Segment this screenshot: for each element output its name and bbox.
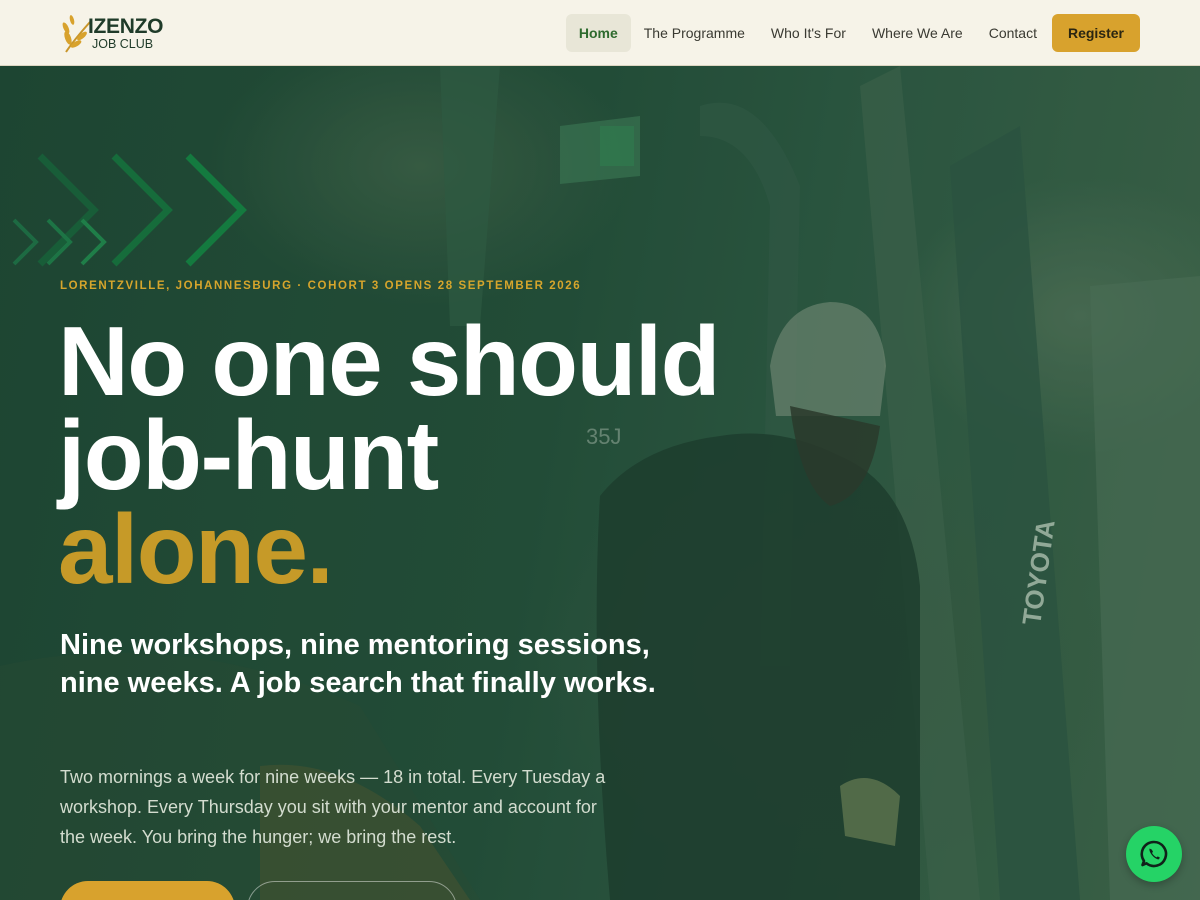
headline-accent: alone. bbox=[58, 494, 334, 604]
brand-logo[interactable]: IZENZO JOB CLUB bbox=[60, 12, 164, 54]
whatsapp-icon bbox=[1140, 840, 1168, 868]
hero-section: TOYOTA 35J LORENTZVILLE, JOHANNESBURG · … bbox=[0, 66, 1200, 900]
hero-subheading: Nine workshops, nine mentoring sessions,… bbox=[60, 629, 656, 699]
hero-eyebrow: LORENTZVILLE, JOHANNESBURG · COHORT 3 OP… bbox=[60, 280, 582, 292]
nav-the-programme[interactable]: The Programme bbox=[631, 14, 758, 52]
register-button[interactable]: Register bbox=[1051, 14, 1140, 52]
chevrons-icon bbox=[12, 153, 247, 267]
nav-where-we-are[interactable]: Where We Are bbox=[859, 14, 976, 52]
site-header: IZENZO JOB CLUB Home The Programme Who I… bbox=[0, 0, 1200, 66]
headline-line-1: No one should bbox=[58, 306, 721, 416]
secondary-cta-button[interactable] bbox=[247, 881, 457, 900]
brand-name: IZENZO bbox=[88, 15, 164, 38]
primary-cta-button[interactable] bbox=[60, 881, 235, 900]
nav-home[interactable]: Home bbox=[565, 14, 631, 52]
hero-body-text: Two mornings a week for nine weeks — 18 … bbox=[60, 767, 606, 847]
hero-headline: No one should job-hunt alone. bbox=[58, 306, 721, 604]
main-nav: Home The Programme Who It's For Where We… bbox=[565, 13, 1140, 53]
nav-who-its-for[interactable]: Who It's For bbox=[758, 14, 859, 52]
headline-line-2: job-hunt bbox=[58, 400, 439, 510]
whatsapp-button[interactable] bbox=[1126, 826, 1182, 882]
brand-tagline: JOB CLUB bbox=[92, 37, 154, 51]
nav-contact[interactable]: Contact bbox=[976, 14, 1050, 52]
